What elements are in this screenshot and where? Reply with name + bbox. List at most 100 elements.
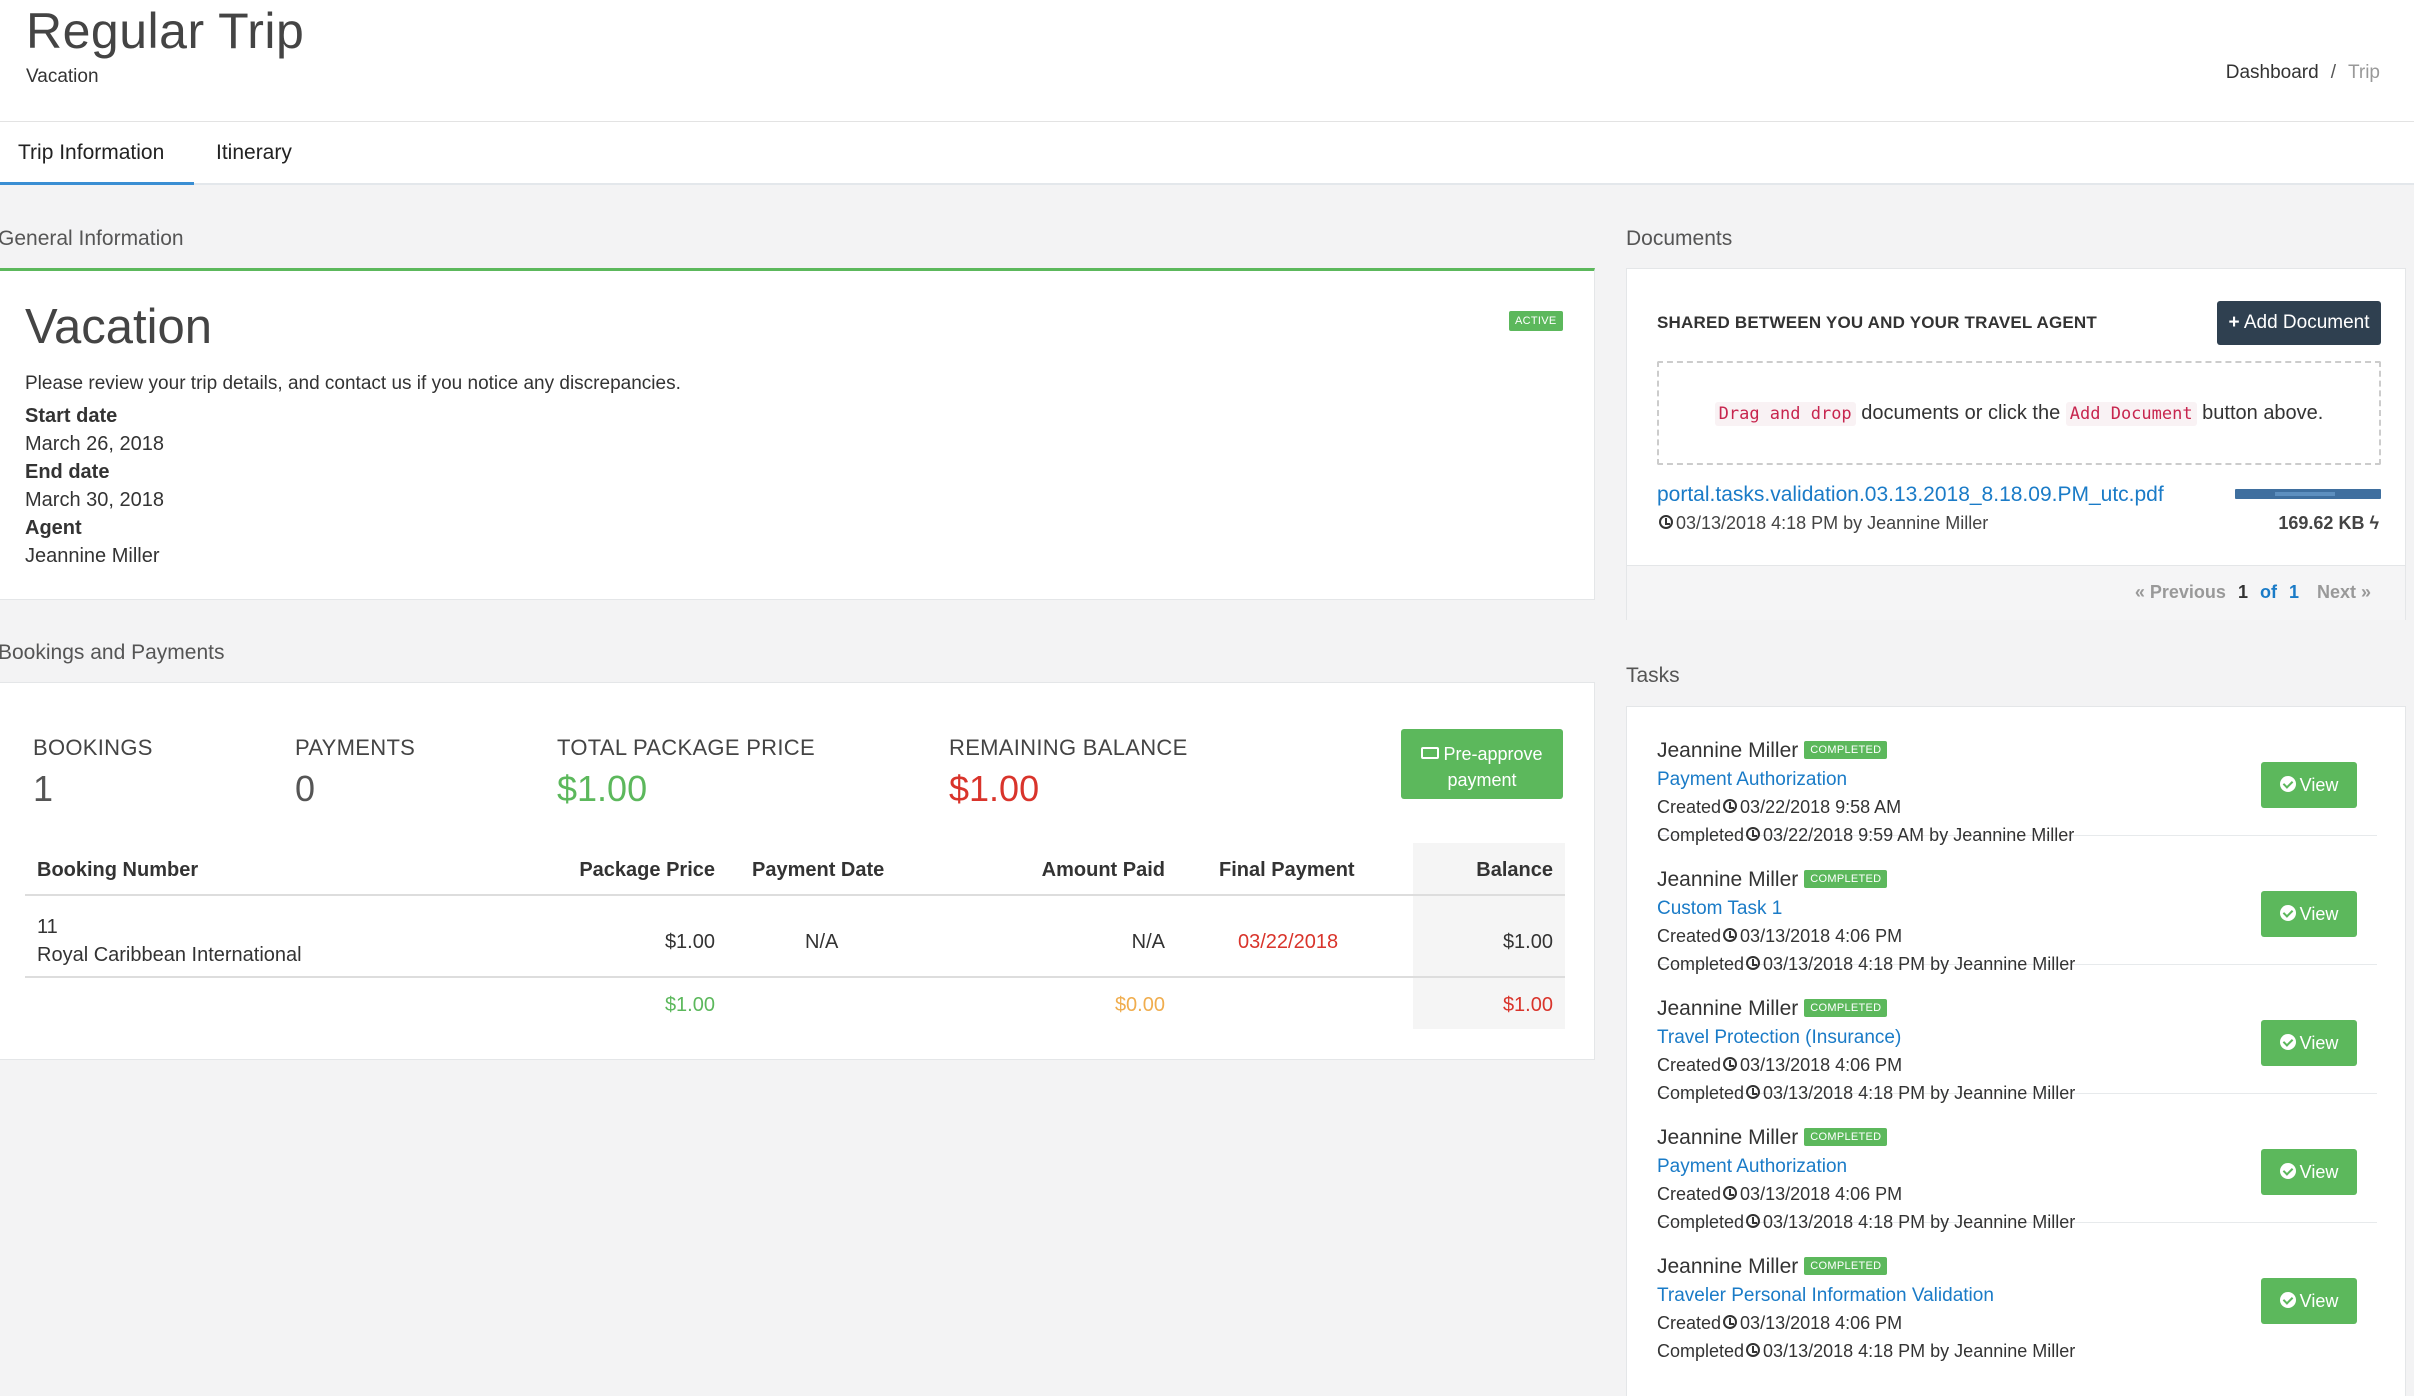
agent-label: Agent: [25, 517, 82, 539]
remaining-balance-value: $1.00: [949, 768, 1040, 809]
bookings-section-title: Bookings and Payments: [0, 641, 225, 664]
payments-count-value: 0: [295, 768, 316, 809]
preapprove-label-line2: payment: [1447, 770, 1517, 790]
view-task-button[interactable]: View: [2261, 762, 2357, 808]
booking-vendor: Royal Caribbean International: [37, 944, 302, 966]
task-item: Jeannine Miller COMPLETED Custom Task 1 C…: [1657, 836, 2377, 974]
check-circle-icon: [2279, 1034, 2296, 1051]
row-amount-paid: N/A: [1131, 931, 1165, 953]
pager-total: 1: [2288, 582, 2299, 602]
task-title-link[interactable]: Payment Authorization: [1657, 769, 1847, 791]
task-created: Created 03/13/2018 4:06 PM: [1657, 926, 1902, 947]
agent-value: Jeannine Miller: [25, 545, 160, 567]
total-price-value: $1.00: [557, 768, 648, 809]
task-item: Jeannine Miller COMPLETED Payment Authori…: [1657, 707, 2377, 845]
pager-previous[interactable]: « Previous: [2135, 582, 2226, 602]
preapprove-payment-button[interactable]: Pre-approve payment: [1401, 729, 1563, 799]
add-document-label: Add Document: [2243, 312, 2370, 333]
view-task-button[interactable]: View: [2261, 891, 2357, 937]
tab-trip-information[interactable]: Trip Information: [0, 122, 194, 185]
clock-icon: [1659, 515, 1673, 530]
view-label: View: [2299, 1162, 2339, 1182]
trip-heading: Vacation: [25, 300, 213, 354]
task-assignee-text: Jeannine Miller: [1657, 868, 1799, 891]
general-section-title: General Information: [0, 227, 184, 250]
documents-pager: « Previous 1 of 1 Next »: [2135, 582, 2371, 603]
created-label: Created: [1657, 1184, 1722, 1204]
dropzone-text-1: documents or click the: [1855, 402, 2066, 424]
created-value: 03/13/2018 4:06 PM: [1740, 1055, 1903, 1075]
tasks-section-title: Tasks: [1626, 664, 1680, 687]
breadcrumb-dashboard-link[interactable]: Dashboard: [2226, 62, 2319, 83]
task-assignee: Jeannine Miller COMPLETED: [1657, 997, 1888, 1021]
col-balance: Balance: [1476, 859, 1553, 881]
document-dropzone[interactable]: Drag and drop documents or click the Add…: [1657, 361, 2381, 465]
row-package-price: $1.00: [664, 931, 715, 953]
task-title-link[interactable]: Travel Protection (Insurance): [1657, 1027, 1901, 1049]
booking-number: 11: [37, 916, 58, 938]
view-label: View: [2299, 1291, 2339, 1311]
row-payment-date: N/A: [805, 931, 839, 953]
bookings-count-label: BOOKINGS: [33, 735, 153, 760]
documents-footer: « Previous 1 of 1 Next »: [1627, 565, 2405, 620]
page-subtitle: Vacation: [26, 66, 99, 87]
plus-icon: +: [2228, 312, 2240, 333]
check-circle-icon: [2279, 1163, 2296, 1180]
money-icon: [1421, 747, 1440, 760]
task-status-badge: COMPLETED: [1804, 999, 1888, 1018]
task-item: Jeannine Miller COMPLETED Travel Protecti…: [1657, 965, 2377, 1103]
task-assignee: Jeannine Miller COMPLETED: [1657, 739, 1888, 763]
task-title-link[interactable]: Traveler Personal Information Validation: [1657, 1285, 1994, 1307]
document-meta-text: 03/13/2018 4:18 PM by Jeannine Miller: [1676, 513, 1989, 533]
task-title-link[interactable]: Custom Task 1: [1657, 898, 1782, 920]
created-label: Created: [1657, 1313, 1722, 1333]
add-document-button[interactable]: + Add Document: [2217, 301, 2381, 345]
clock-icon: [1723, 1315, 1738, 1330]
tasks-panel: Jeannine Miller COMPLETED Payment Authori…: [1626, 706, 2406, 1396]
col-amount-paid: Amount Paid: [1041, 859, 1165, 881]
dropzone-code-add: Add Document: [2065, 402, 2197, 426]
clock-icon: [1723, 799, 1738, 814]
breadcrumb-current: Trip: [2347, 62, 2380, 83]
start-date-value: March 26, 2018: [25, 433, 164, 455]
clock-icon: [1746, 1343, 1761, 1358]
total-price-label: TOTAL PACKAGE PRICE: [557, 735, 815, 760]
remaining-balance-label: REMAINING BALANCE: [949, 735, 1188, 760]
table-row: 11 Royal Caribbean International $1.00 N…: [25, 898, 1565, 978]
total-package-price: $1.00: [664, 994, 715, 1016]
task-title-link[interactable]: Payment Authorization: [1657, 1156, 1847, 1178]
document-meta: 03/13/2018 4:18 PM by Jeannine Miller: [1657, 513, 1988, 534]
created-value: 03/13/2018 4:06 PM: [1740, 926, 1903, 946]
intro-text: Please review your trip details, and con…: [25, 373, 681, 394]
documents-section-title: Documents: [1626, 227, 1733, 250]
view-task-button[interactable]: View: [2261, 1278, 2357, 1324]
breadcrumb-separator: /: [2330, 62, 2336, 83]
tab-bar: Trip Information Itinerary: [0, 122, 2414, 185]
tab-itinerary[interactable]: Itinerary: [198, 122, 310, 185]
clock-icon: [1723, 928, 1738, 943]
task-created: Created 03/13/2018 4:06 PM: [1657, 1055, 1902, 1076]
task-status-badge: COMPLETED: [1804, 1128, 1888, 1147]
document-size-text: 169.62 KB: [2278, 513, 2365, 533]
task-created: Created 03/13/2018 4:06 PM: [1657, 1313, 1902, 1334]
task-assignee: Jeannine Miller COMPLETED: [1657, 868, 1888, 892]
check-circle-icon: [2279, 905, 2296, 922]
pager-next[interactable]: Next »: [2317, 582, 2371, 602]
page-header: Regular Trip Vacation Dashboard / Trip: [0, 0, 2414, 122]
page-title: Regular Trip: [26, 3, 305, 59]
view-task-button[interactable]: View: [2261, 1149, 2357, 1195]
task-assignee: Jeannine Miller COMPLETED: [1657, 1126, 1888, 1150]
bolt-icon: ϟ: [2369, 513, 2379, 533]
col-booking-number: Booking Number: [37, 859, 199, 881]
document-file-link[interactable]: portal.tasks.validation.03.13.2018_8.18.…: [1657, 483, 2164, 507]
table-totals-row: $1.00 $0.00 $1.00: [25, 980, 1565, 1030]
view-task-button[interactable]: View: [2261, 1020, 2357, 1066]
completed-value: 03/13/2018 4:18 PM by Jeannine Miller: [1763, 1341, 2076, 1361]
document-size: 169.62 KB ϟ: [2278, 513, 2379, 534]
task-assignee-text: Jeannine Miller: [1657, 1255, 1799, 1278]
completed-label: Completed: [1657, 1341, 1745, 1361]
start-date-label: Start date: [25, 405, 118, 427]
task-created: Created 03/22/2018 9:58 AM: [1657, 797, 1901, 818]
task-assignee-text: Jeannine Miller: [1657, 997, 1799, 1020]
clock-icon: [1723, 1186, 1738, 1201]
